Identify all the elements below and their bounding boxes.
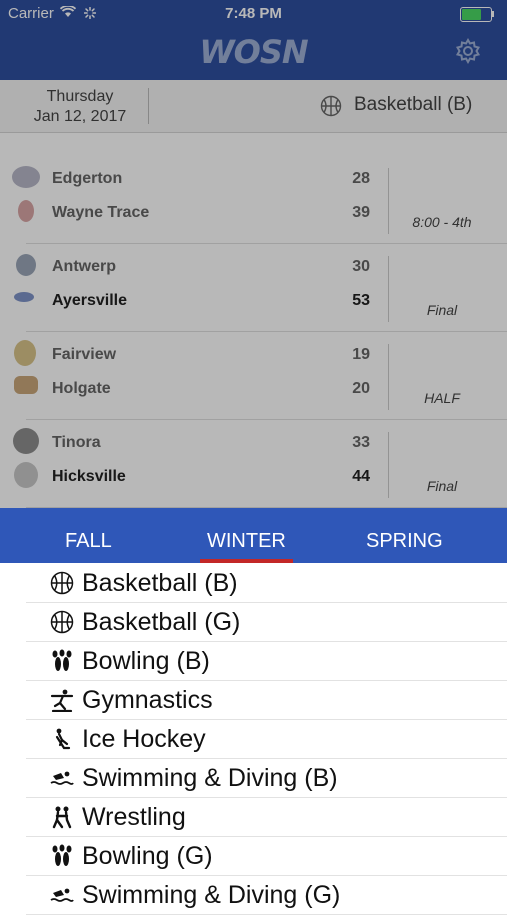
sport-item-swimming-diving-g[interactable]: Swimming & Diving (G): [26, 875, 507, 915]
basketball-icon: [50, 571, 74, 595]
tab-winter[interactable]: WINTER: [207, 530, 286, 553]
sport-item-basketball-g[interactable]: Basketball (G): [26, 602, 507, 642]
basketball-icon: [50, 610, 74, 634]
sport-item-wrestling[interactable]: Wrestling: [26, 797, 507, 837]
sport-item-label: Basketball (G): [82, 608, 241, 636]
sport-item-ice-hockey[interactable]: Ice Hockey: [26, 719, 507, 759]
sport-item-label: Wrestling: [82, 803, 186, 831]
sport-list: Basketball (B) Basketball (G) Bowling (B…: [0, 563, 507, 915]
sport-item-label: Ice Hockey: [82, 725, 206, 753]
tab-spring[interactable]: SPRING: [366, 530, 443, 553]
wrestling-icon: [52, 806, 72, 829]
gymnastics-icon: [50, 689, 74, 712]
tab-fall[interactable]: FALL: [65, 530, 112, 553]
ice-hockey-icon: [55, 728, 71, 750]
sport-item-bowling-g[interactable]: Bowling (G): [26, 836, 507, 876]
swimming-icon: [50, 771, 74, 785]
sport-item-label: Gymnastics: [82, 686, 213, 714]
bowling-icon: [52, 844, 72, 866]
sport-item-basketball-b[interactable]: Basketball (B): [26, 563, 507, 603]
sport-item-bowling-b[interactable]: Bowling (B): [26, 641, 507, 681]
bowling-icon: [52, 649, 72, 671]
sport-item-label: Bowling (B): [82, 647, 210, 675]
swimming-icon: [50, 888, 74, 902]
season-tabs: FALL WINTER SPRING: [0, 508, 507, 563]
sport-item-label: Swimming & Diving (G): [82, 881, 341, 909]
sport-item-label: Swimming & Diving (B): [82, 764, 338, 792]
dim-overlay[interactable]: [0, 0, 507, 508]
sport-item-label: Basketball (B): [82, 569, 238, 597]
sport-item-gymnastics[interactable]: Gymnastics: [26, 680, 507, 720]
sport-item-label: Bowling (G): [82, 842, 213, 870]
sport-item-swimming-diving-b[interactable]: Swimming & Diving (B): [26, 758, 507, 798]
